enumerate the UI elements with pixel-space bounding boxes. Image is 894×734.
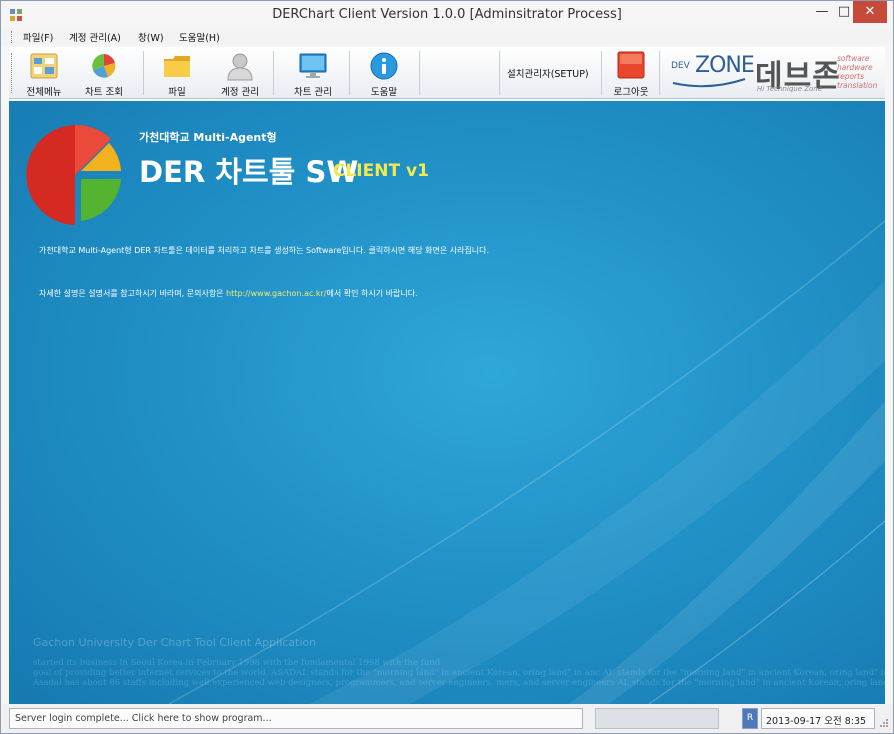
- setup-button[interactable]: 설치관리자(SETUP): [507, 66, 589, 80]
- grid-menu-icon: [30, 53, 58, 79]
- status-datetime: 2013-09-17 오전 8:35: [761, 708, 875, 729]
- pie-chart-icon: [92, 54, 116, 78]
- devzone-logo: DEV ZONE: [671, 53, 755, 93]
- brand-tag: software: [837, 54, 870, 63]
- info-icon: [370, 52, 398, 80]
- status-message[interactable]: Server login complete... Click here to s…: [9, 708, 583, 729]
- toolbar-separator: [419, 51, 420, 95]
- brand-tag: hardware: [837, 63, 873, 72]
- chart-view-button[interactable]: 차트 조회: [79, 51, 129, 98]
- file-label: 파일: [168, 87, 186, 98]
- banner-client-version: CLIENT v1: [333, 161, 429, 181]
- help-label: 도움말: [370, 87, 398, 98]
- all-menu-button[interactable]: 전체메뉴: [19, 51, 69, 98]
- gachon-link[interactable]: http://www.gachon.ac.kr/: [226, 289, 326, 298]
- toolbar-separator: [349, 51, 350, 95]
- menu-file[interactable]: 파일(F): [23, 30, 53, 44]
- menu-account[interactable]: 계정 관리(A): [69, 30, 121, 44]
- app-window: DERChart Client Version 1.0.0 [Adminsitr…: [0, 0, 894, 734]
- footer-line: goal of providing better internet servic…: [33, 668, 885, 678]
- status-progress-panel: [595, 708, 719, 729]
- footer-line: Asadal has about 86 staffs including wel…: [33, 678, 885, 688]
- banner-contact-text: 자세한 설명은 설명서를 참고하시기 바라며, 문의사항은 http://www…: [39, 288, 418, 299]
- toolbar-separator: [601, 51, 602, 95]
- korean-brand-sub: Hi Technique Zone: [757, 85, 823, 93]
- toolbar-grip[interactable]: [11, 53, 14, 93]
- file-button[interactable]: 파일: [152, 51, 202, 98]
- help-button[interactable]: 도움말: [361, 51, 407, 98]
- swoosh-icon: [672, 78, 746, 88]
- status-bar: Server login complete... Click here to s…: [1, 704, 893, 733]
- background-rays: [168, 220, 885, 704]
- title-bar[interactable]: DERChart Client Version 1.0.0 [Adminsitr…: [1, 1, 893, 29]
- toolbar-separator: [143, 51, 144, 95]
- close-button[interactable]: ✕: [853, 1, 887, 23]
- chart-manage-button[interactable]: 차트 관리: [285, 51, 341, 98]
- banner-description: 가천대학교 Multi-Agent형 DER 차트툴은 데이터를 처리하고 차트…: [39, 246, 490, 255]
- user-icon: [227, 53, 253, 81]
- logout-icon: [617, 51, 645, 79]
- resize-grip-icon[interactable]: [879, 718, 889, 728]
- footer-line: started its business in Seoul Korea in F…: [33, 658, 441, 668]
- status-r-badge[interactable]: R: [742, 708, 758, 729]
- account-button[interactable]: 계정 관리: [212, 51, 268, 98]
- pie-logo-icon: [26, 124, 121, 225]
- chart-view-label: 차트 조회: [85, 87, 123, 98]
- all-menu-label: 전체메뉴: [26, 87, 62, 98]
- chart-manage-label: 차트 관리: [294, 87, 332, 98]
- minimize-button[interactable]: —: [809, 1, 835, 23]
- brand-tag: reports: [837, 72, 864, 81]
- account-label: 계정 관리: [221, 87, 259, 98]
- toolbar-separator: [659, 51, 660, 95]
- logout-button[interactable]: 로그아웃: [609, 51, 653, 98]
- menu-window[interactable]: 창(W): [138, 30, 164, 44]
- toolbar-separator: [273, 51, 274, 95]
- monitor-icon: [299, 53, 327, 78]
- menu-help[interactable]: 도움말(H): [179, 30, 220, 44]
- devzone-logo-small: DEV: [671, 61, 690, 71]
- toolbar-separator: [499, 51, 500, 95]
- devzone-logo-main: ZONE: [695, 53, 755, 78]
- menu-bar: 파일(F) 계정 관리(A) 창(W) 도움말(H): [1, 29, 893, 45]
- logout-label: 로그아웃: [613, 87, 649, 98]
- footer-title: Gachon University Der Chart Tool Client …: [33, 636, 317, 649]
- contact-prefix: 자세한 설명은 설명서를 참고하시기 바라며, 문의사항은: [39, 289, 227, 298]
- banner-title: DER 차트툴 SW: [139, 155, 359, 189]
- brand-tag: translation: [837, 81, 878, 90]
- window-title: DERChart Client Version 1.0.0 [Adminsitr…: [272, 7, 622, 22]
- brand-tags: software hardware reports translation: [837, 54, 877, 90]
- maximize-button[interactable]: □: [835, 1, 853, 23]
- menu-grip[interactable]: [11, 31, 14, 43]
- contact-suffix: 에서 확인 하시기 바랍니다.: [326, 289, 418, 298]
- splash-banner[interactable]: 가천대학교 Multi-Agent형 DER 차트툴 SW CLIENT v1 …: [9, 101, 885, 704]
- banner-subtitle: 가천대학교 Multi-Agent형: [139, 131, 277, 144]
- folder-icon: [164, 56, 190, 77]
